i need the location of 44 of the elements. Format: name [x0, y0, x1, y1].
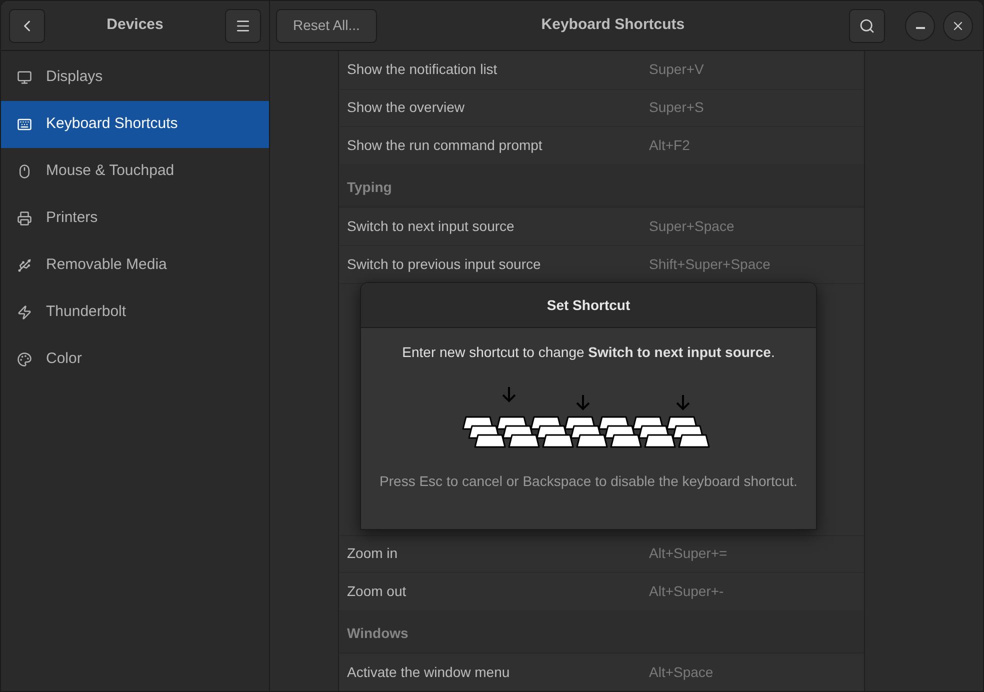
search-icon: [859, 18, 875, 34]
dialog-title: Set Shortcut: [546, 296, 630, 314]
shortcut-keys: Super+S: [649, 97, 704, 118]
menu-icon: [235, 18, 251, 34]
shortcut-name: Zoom out: [347, 582, 408, 601]
sidebar-item[interactable]: Displays: [1, 54, 269, 101]
shortcut-name: Show the notification list: [347, 60, 498, 80]
sidebar-item[interactable]: Color: [1, 336, 269, 383]
dialog-hint: Press Esc to cancel or Backspace to disable the keyboard shortcut.: [380, 472, 798, 491]
shortcut-keys: Super+Space: [649, 216, 734, 238]
shortcut-keys: Alt+Space: [649, 662, 714, 684]
sidebar-item[interactable]: Mouse & Touchpad: [1, 148, 269, 195]
mouse-icon: [17, 164, 32, 179]
sidebar-item[interactable]: Printers: [1, 195, 269, 242]
shortcut-keys: Super+V: [649, 59, 704, 80]
shortcut-keys: Shift+Super+Space: [649, 254, 770, 275]
lightning-icon: [17, 305, 32, 320]
sidebar-item[interactable]: Removable Media: [1, 242, 269, 289]
section-heading: Windows: [347, 624, 408, 644]
sidebar-item[interactable]: Thunderbolt: [1, 289, 269, 336]
shortcut-name: Switch to previous input source: [347, 254, 542, 274]
shortcut-name: Activate the window menu: [347, 663, 511, 682]
shortcut-keys: Alt+F2: [649, 134, 690, 156]
minimize-icon: [916, 27, 924, 29]
close-button[interactable]: [943, 10, 973, 40]
shortcut-keys: Alt+Super+=: [649, 543, 728, 564]
search-button[interactable]: [849, 8, 885, 42]
monitor-icon: [17, 70, 32, 85]
shortcut-keys: Alt+Super+-: [649, 580, 724, 602]
sidebar-title: Devices: [106, 15, 164, 36]
menu-button[interactable]: [225, 8, 261, 42]
section-heading: Typing: [347, 178, 392, 198]
usb-icon: [17, 258, 32, 273]
dialog-message: Enter new shortcut to change Switch to next input source.: [402, 343, 775, 362]
window-title: Keyboard Shortcuts: [540, 15, 686, 36]
palette-icon: [17, 352, 32, 367]
shortcut-name: Switch to next input source: [347, 217, 516, 236]
keyboard-icon: [17, 117, 32, 132]
reset-button[interactable]: Reset All...: [276, 8, 377, 42]
shortcut-name: Zoom in: [347, 544, 399, 564]
printer-icon: [17, 211, 32, 226]
shortcut-name: Show the run command prompt: [347, 136, 544, 155]
sidebar-item[interactable]: Keyboard Shortcuts: [1, 101, 269, 148]
shortcut-name: Show the overview: [347, 98, 466, 118]
